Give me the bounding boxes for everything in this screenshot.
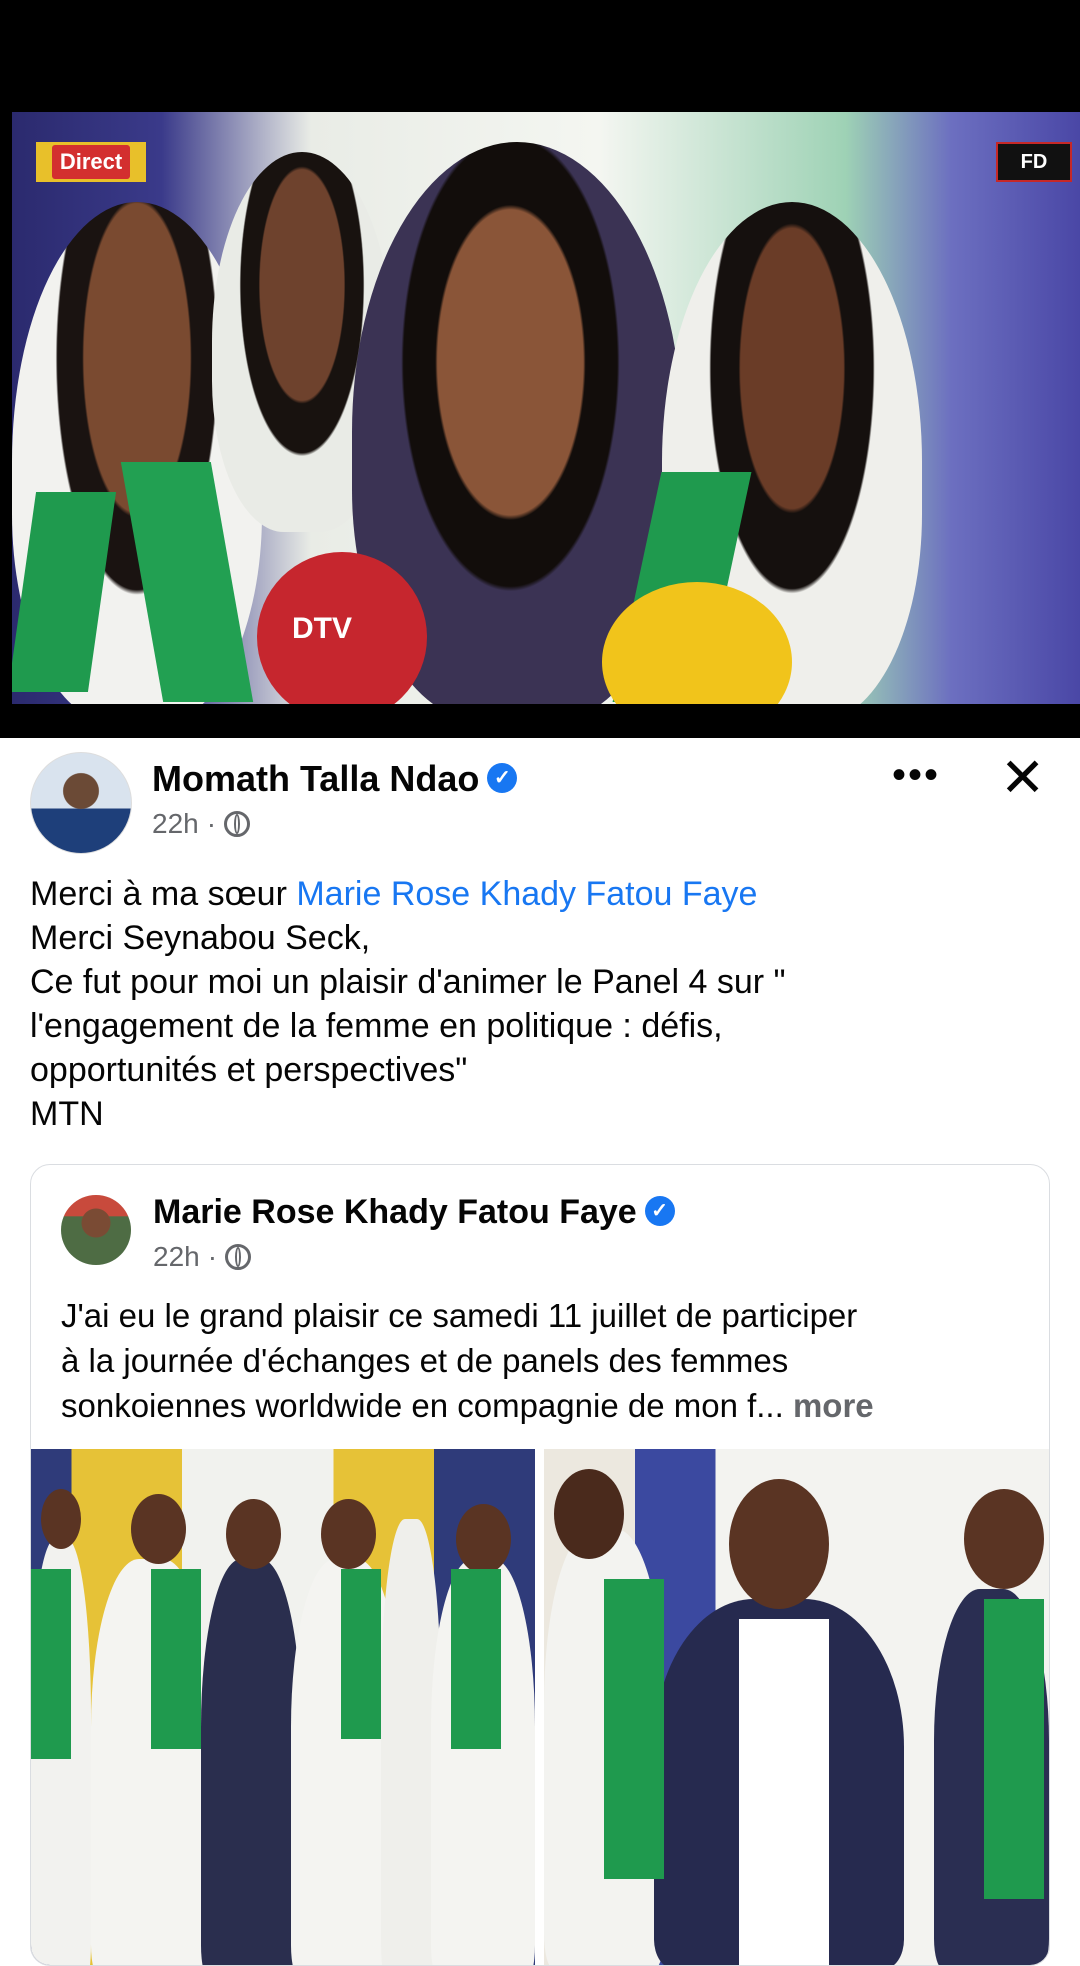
post-time[interactable]: 22h [152,808,199,840]
more-options-icon[interactable]: ••• [892,755,940,795]
post-line: Merci Seynabou Seck, [30,919,371,957]
meta-separator: · [206,808,217,839]
see-more-link[interactable]: more [793,1387,874,1424]
close-icon[interactable]: ✕ [1000,751,1045,805]
author-avatar[interactable] [30,752,132,854]
shared-post-time[interactable]: 22h [153,1241,200,1273]
shared-post-meta: 22h · [153,1241,252,1273]
photo-head [729,1479,829,1609]
photo-head [964,1489,1044,1589]
meta-separator: · [207,1241,218,1272]
photo-head [554,1469,624,1559]
post-meta: 22h · [152,808,251,840]
shared-post-text: J'ai eu le grand plaisir ce samedi 11 ju… [61,1293,1031,1428]
shared-post-card[interactable]: Marie Rose Khady Fatou Faye ✓ 22h · J'ai … [30,1164,1050,1966]
channel-logo: FD [996,142,1072,182]
photo-green-scarf [31,1569,71,1759]
photo-head [321,1499,376,1569]
shared-line: sonkoiennes worldwide en compagnie de mo… [61,1387,874,1424]
photo-head [456,1504,511,1574]
photo-person [201,1559,301,1965]
post-text: Merci à ma sœur Marie Rose Khady Fatou F… [30,872,1050,1136]
photo-head [41,1489,81,1549]
photo-white-scarf [739,1619,829,1965]
verified-badge-icon: ✓ [644,1196,675,1227]
photo-green-scarf [151,1569,201,1749]
photo-green-scarf [604,1579,664,1879]
globe-icon [224,811,251,837]
post-line: Ce fut pour moi un plaisir d'animer le P… [30,963,786,1001]
mention-link[interactable]: Marie Rose Khady Fatou Faye [296,875,757,913]
photo-green-scarf [341,1569,381,1739]
photo-green-scarf [451,1569,501,1749]
post-line: l'engagement de la femme en politique : … [30,1007,723,1045]
shared-photo-2[interactable] [544,1449,1049,1965]
video-frame: Direct FD DTV [12,112,1080,704]
shared-line: J'ai eu le grand plaisir ce samedi 11 ju… [61,1297,858,1334]
shared-line: à la journée d'échanges et de panels des… [61,1342,789,1379]
video-player[interactable]: Direct FD DTV [0,108,1080,738]
post-line: MTN [30,1095,104,1133]
author-name[interactable]: Momath Talla Ndao ✓ [152,758,518,800]
mic-label: DTV [292,612,352,645]
photo-green-scarf [984,1599,1044,1899]
shared-author-name[interactable]: Marie Rose Khady Fatou Faye ✓ [153,1193,675,1232]
post-line: opportunités et perspectives" [30,1051,468,1089]
verified-badge-icon: ✓ [487,763,518,794]
post-line: Merci à ma sœur Marie Rose Khady Fatou F… [30,875,758,913]
shared-author-avatar[interactable] [61,1195,131,1265]
shared-photo-1[interactable] [31,1449,535,1965]
photo-head [131,1494,186,1564]
photo-head [226,1499,281,1569]
live-badge: Direct [36,142,146,182]
video-bottom-bar [0,704,1080,738]
globe-icon [225,1244,252,1270]
status-bar [0,0,1080,112]
